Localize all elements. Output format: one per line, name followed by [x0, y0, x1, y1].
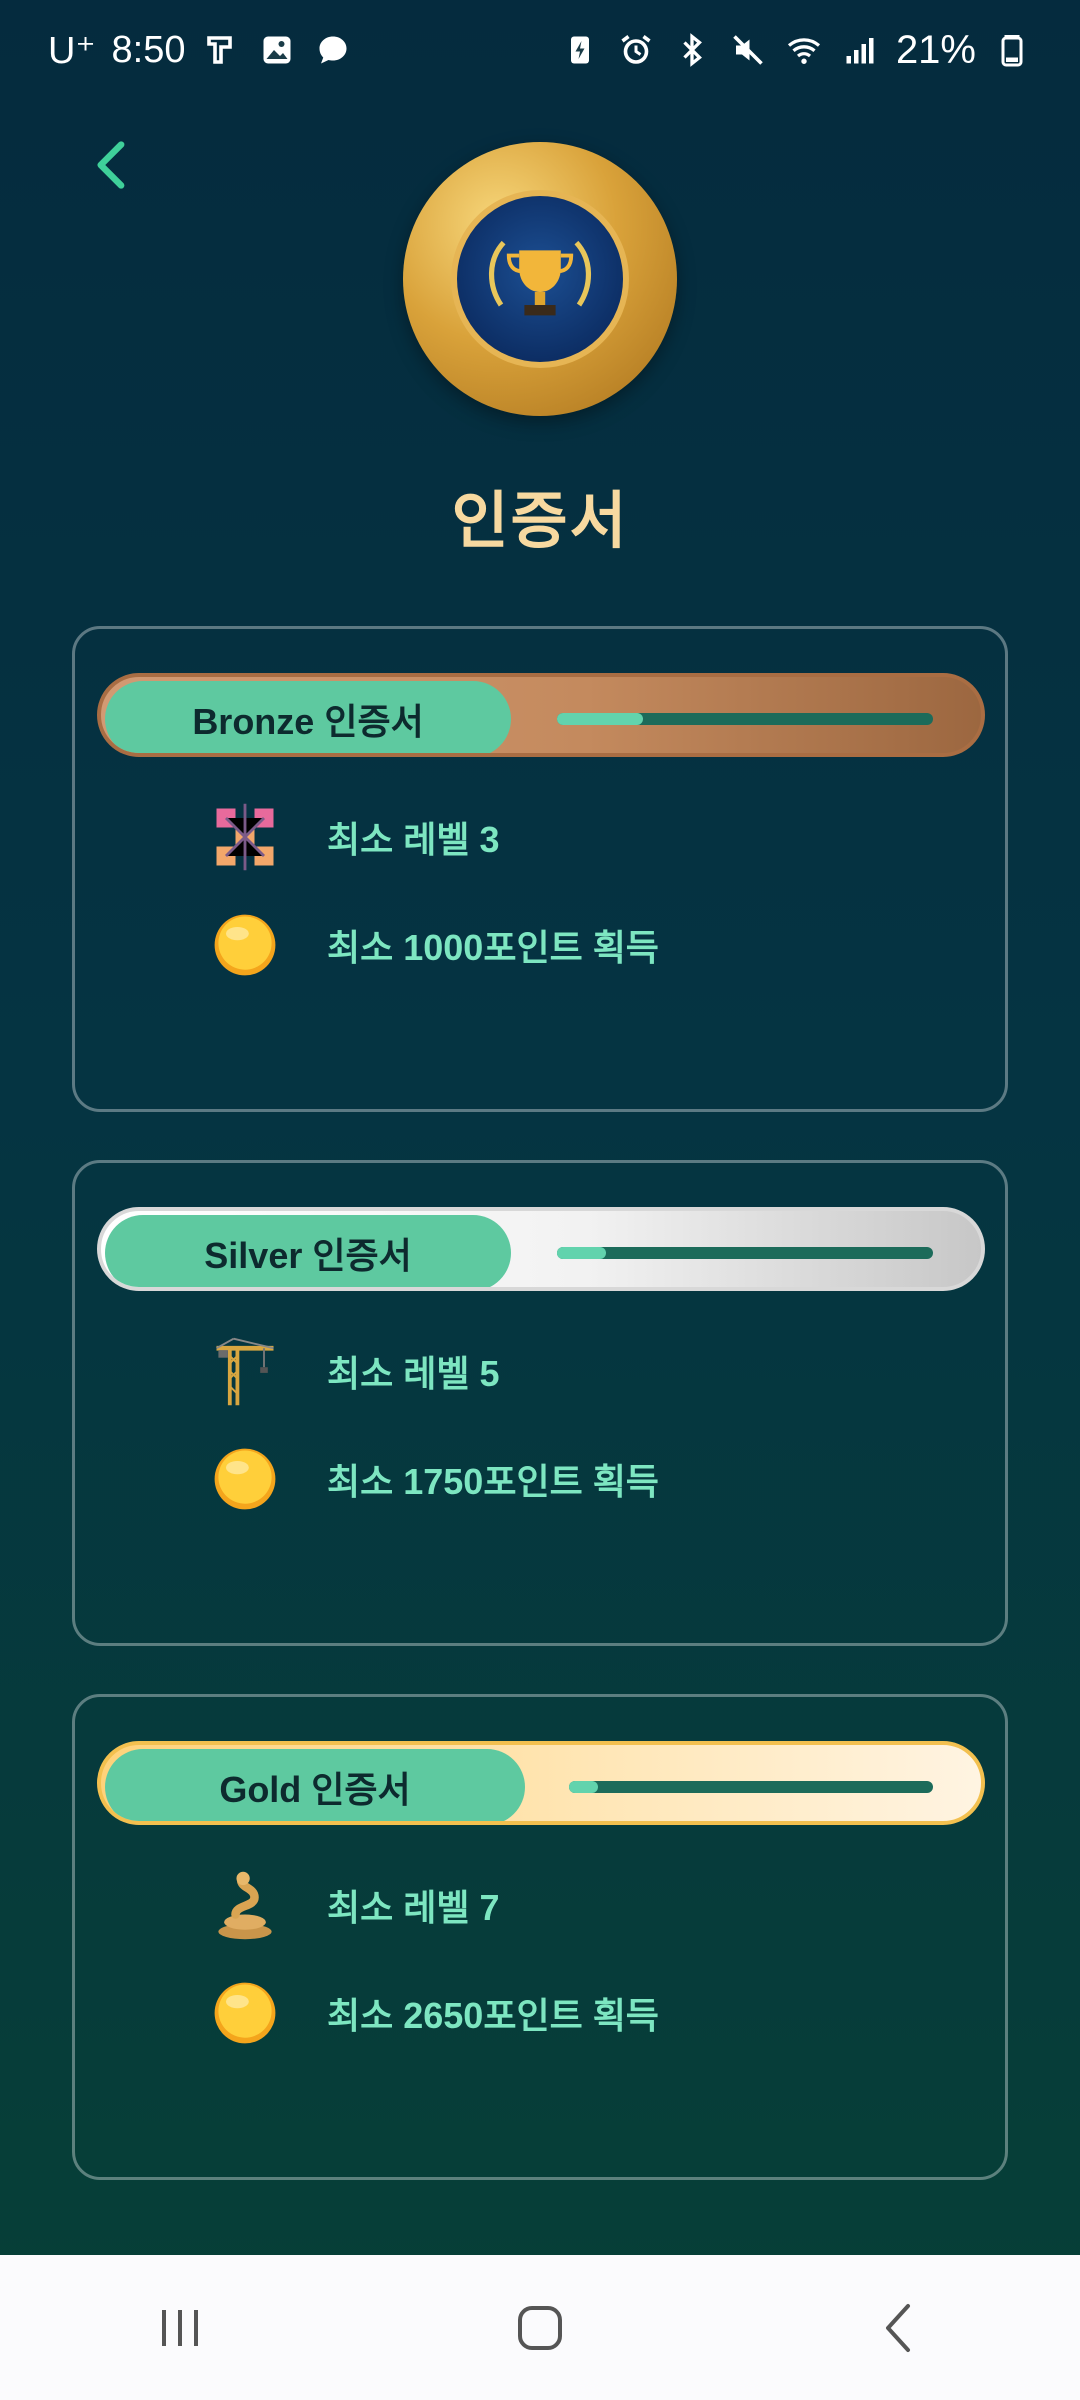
requirement-text: 최소 2650포인트 획득 — [327, 1995, 659, 2036]
progress-track — [557, 713, 933, 725]
system-back-button[interactable] — [840, 2278, 960, 2378]
certificate-progress-pill: Gold 인증서 — [97, 1741, 985, 1825]
mute-icon — [728, 30, 768, 70]
progress-fill — [557, 1247, 606, 1259]
recent-apps-icon — [162, 2309, 198, 2346]
coin-icon — [205, 905, 285, 985]
battery-percent: 21% — [895, 27, 976, 72]
back-button[interactable] — [80, 130, 140, 200]
crane-icon — [205, 1331, 285, 1411]
bluetooth-icon — [672, 30, 712, 70]
requirement-text: 최소 레벨 7 — [327, 1887, 500, 1928]
battery-saver-icon — [560, 30, 600, 70]
app-notification-icon — [201, 30, 241, 70]
chat-icon — [313, 30, 353, 70]
certificate-label: Silver 인증서 — [105, 1215, 511, 1287]
certificate-progress-pill: Silver 인증서 — [97, 1207, 985, 1291]
requirement-text: 최소 1750포인트 획득 — [327, 1461, 659, 1502]
wifi-icon — [784, 30, 824, 70]
requirement-row: 최소 2650포인트 획득 — [205, 1973, 659, 2053]
certificate-progress-pill: Bronze 인증서 — [97, 673, 985, 757]
progress-fill — [557, 713, 644, 725]
status-left: U⁺ 8:50 — [48, 28, 353, 73]
carrier-label: U⁺ — [48, 29, 96, 72]
requirement-row: 최소 레벨 3 — [205, 797, 500, 877]
page-title: 인증서 — [451, 487, 629, 556]
status-right: 21% — [560, 28, 1032, 73]
requirement-text: 최소 1000포인트 획득 — [327, 927, 659, 968]
home-button[interactable] — [480, 2278, 600, 2378]
certificate-card-silver[interactable]: Silver 인증서 최소 레벨 5 최소 1750포인트 획득 — [72, 1160, 1008, 1646]
system-nav-bar — [0, 2255, 1080, 2400]
alarm-icon — [616, 30, 656, 70]
requirement-row: 최소 1000포인트 획득 — [205, 905, 659, 985]
progress-track — [569, 1781, 933, 1793]
certificate-label: Gold 인증서 — [105, 1749, 525, 1821]
requirement-row: 최소 레벨 5 — [205, 1331, 500, 1411]
coin-icon — [205, 1439, 285, 1519]
progress-fill — [569, 1781, 599, 1793]
cube-network-icon — [205, 797, 285, 877]
progress-track — [557, 1247, 933, 1259]
requirement-text: 최소 레벨 5 — [327, 1353, 500, 1394]
status-bar: U⁺ 8:50 21% — [0, 0, 1080, 100]
recent-apps-button[interactable] — [120, 2278, 240, 2378]
certificate-medal — [403, 142, 677, 416]
requirement-row: 최소 1750포인트 획득 — [205, 1439, 659, 1519]
coin-icon — [205, 1973, 285, 2053]
certificate-label: Bronze 인증서 — [105, 681, 511, 753]
certificate-card-gold[interactable]: Gold 인증서 최소 레벨 7 최소 2650포인트 획득 — [72, 1694, 1008, 2180]
clock: 8:50 — [111, 28, 186, 71]
signal-icon — [840, 30, 880, 70]
requirement-text: 최소 레벨 3 — [327, 819, 500, 860]
trophy-icon — [451, 190, 629, 368]
requirement-row: 최소 레벨 7 — [205, 1865, 500, 1945]
battery-icon — [992, 30, 1032, 70]
back-arrow-icon — [886, 2303, 910, 2352]
chevron-left-icon — [97, 141, 125, 189]
gallery-icon — [257, 30, 297, 70]
home-icon — [518, 2305, 562, 2350]
snake-icon — [205, 1865, 285, 1945]
certificate-card-bronze[interactable]: Bronze 인증서 최소 레벨 3 최소 1000포인트 획득 — [72, 626, 1008, 1112]
